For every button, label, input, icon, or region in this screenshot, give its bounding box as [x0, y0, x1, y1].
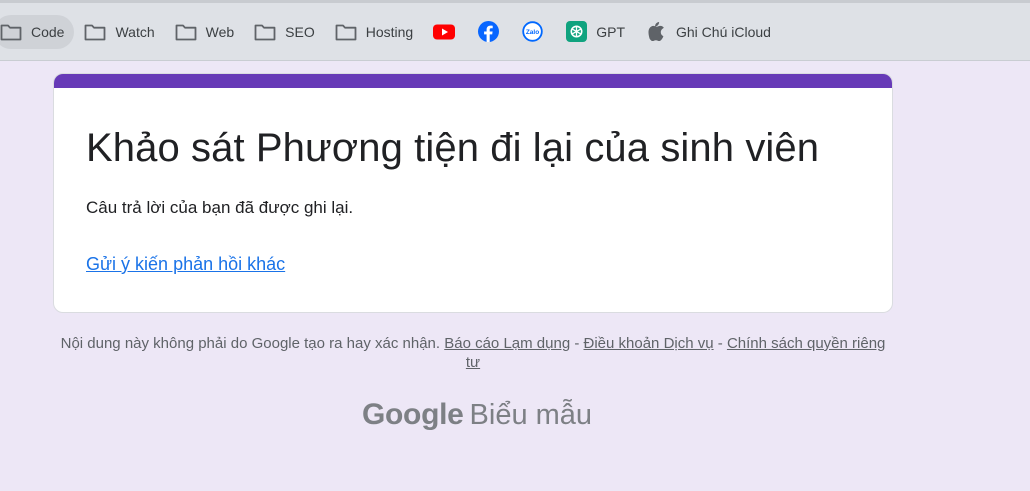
form-title: Khảo sát Phương tiện đi lại của sinh viê…: [86, 126, 820, 170]
bookmark-label: Watch: [115, 23, 155, 40]
folder-icon: [254, 22, 276, 42]
footer-disclaimer: Nội dung này không phải do Google tạo ra…: [53, 334, 893, 372]
bookmark-label: Code: [31, 23, 65, 40]
report-abuse-link[interactable]: Báo cáo Lạm dụng: [444, 335, 570, 352]
bookmark-facebook[interactable]: [471, 15, 505, 49]
disclaimer-text: Nội dung này không phải do Google tạo ra…: [60, 335, 441, 352]
bookmark-label: Hosting: [365, 23, 414, 40]
youtube-icon: [433, 22, 456, 42]
confirmation-message: Câu trả lời của bạn đã được ghi lại.: [86, 198, 354, 217]
openai-icon: [565, 21, 587, 42]
bookmark-label: GPT: [596, 23, 625, 40]
bookmark-seo[interactable]: SEO: [248, 15, 325, 49]
folder-icon: [175, 22, 197, 42]
bookmark-gpt[interactable]: GPT: [559, 15, 635, 49]
bookmark-hosting[interactable]: Hosting: [329, 15, 423, 49]
apple-icon: [645, 22, 667, 42]
google-forms-logo[interactable]: Google Biểu mẫu: [362, 398, 592, 438]
zalo-icon: Zalo: [521, 21, 543, 42]
form-accent-bar: [54, 74, 892, 88]
folder-icon: [84, 22, 106, 42]
facebook-icon: [477, 21, 499, 42]
separator: -: [574, 335, 580, 352]
bookmark-label: SEO: [285, 23, 315, 40]
bookmark-label: Ghi Chú iCloud: [676, 23, 771, 40]
google-wordmark: Google: [362, 398, 464, 431]
terms-of-service-link[interactable]: Điều khoản Dịch vụ: [584, 335, 714, 352]
bookmark-icloud-notes[interactable]: Ghi Chú iCloud: [639, 15, 781, 49]
form-confirmation-card: Khảo sát Phương tiện đi lại của sinh viê…: [53, 73, 893, 313]
bookmark-watch[interactable]: Watch: [78, 15, 164, 49]
folder-icon: [335, 22, 357, 42]
separator: -: [717, 335, 723, 352]
submit-another-response-link[interactable]: Gửi ý kiến phản hồi khác: [86, 254, 285, 275]
zalo-icon-text: Zalo: [526, 29, 539, 36]
bookmark-label: Web: [205, 23, 235, 40]
bookmark-zalo[interactable]: Zalo: [515, 15, 549, 49]
bookmark-youtube[interactable]: [427, 15, 461, 49]
bookmark-code[interactable]: Code: [0, 14, 75, 49]
folder-icon: [0, 22, 22, 42]
bookmark-web[interactable]: Web: [169, 15, 245, 49]
bookmarks-bar: Code Watch Web SEO Hosting Zalo GPT Ghi …: [0, 0, 1030, 61]
forms-product-name: Biểu mẫu: [469, 399, 593, 431]
